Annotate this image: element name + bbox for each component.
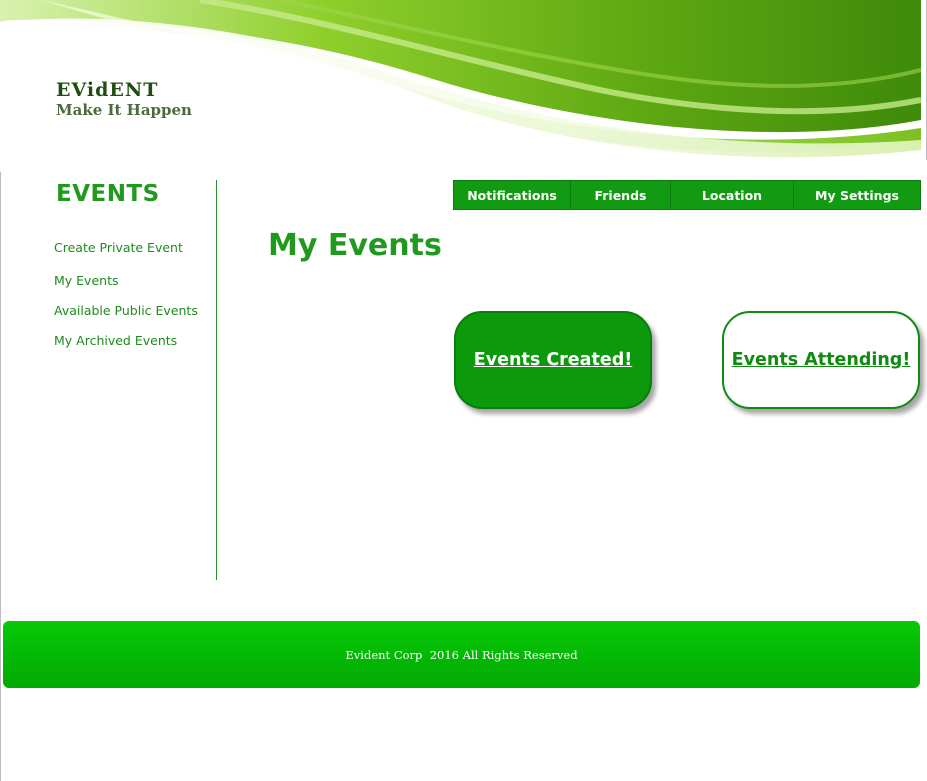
sidebar-item-my-archived-events[interactable]: My Archived Events — [54, 333, 177, 348]
brand-tagline: Make It Happen — [56, 101, 192, 119]
brand-logo: EVidENT Make It Happen — [56, 80, 192, 120]
sidebar-item-available-public-events[interactable]: Available Public Events — [54, 303, 198, 318]
events-attending-button[interactable]: Events Attending! — [722, 311, 920, 409]
top-nav-bar: Notifications Friends Location My Settin… — [453, 180, 921, 210]
nav-notifications[interactable]: Notifications — [454, 181, 571, 209]
footer-copyright: Evident Corp 2016 All Rights Reserved — [345, 647, 578, 662]
sidebar-item-create-private-event[interactable]: Create Private Event — [54, 240, 183, 255]
sidebar-title: EVENTS — [56, 181, 160, 207]
sidebar-divider — [216, 180, 217, 580]
sidebar-item-my-events[interactable]: My Events — [54, 273, 118, 288]
nav-friends[interactable]: Friends — [571, 181, 671, 209]
page-title: My Events — [268, 228, 442, 263]
brand-name: EVidENT — [56, 79, 159, 101]
events-created-button[interactable]: Events Created! — [454, 311, 652, 409]
header-banner: EVidENT Make It Happen — [0, 0, 921, 172]
footer: Evident Corp 2016 All Rights Reserved — [3, 621, 920, 688]
nav-location[interactable]: Location — [671, 181, 794, 209]
nav-my-settings[interactable]: My Settings — [794, 181, 920, 209]
